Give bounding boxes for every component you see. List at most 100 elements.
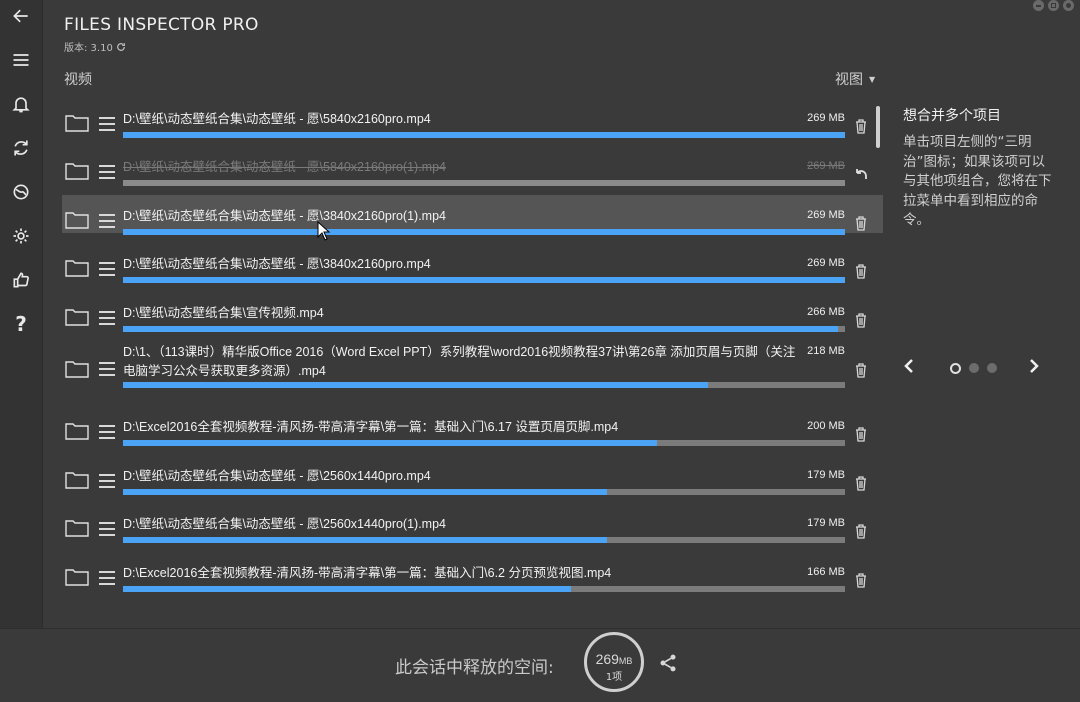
file-size: 179 MB bbox=[807, 468, 845, 481]
size-bar bbox=[123, 228, 845, 235]
refresh-icon[interactable] bbox=[9, 136, 33, 160]
file-size: 266 MB bbox=[807, 305, 845, 318]
file-row[interactable]: D:\壁纸\动态壁纸合集\动态壁纸 - 愿\3840x2160pro(1).mp… bbox=[62, 194, 883, 235]
file-list: D:\壁纸\动态壁纸合集\动态壁纸 - 愿\5840x2160pro.mp4 26… bbox=[62, 98, 883, 600]
file-path: D:\壁纸\动态壁纸合集\动态壁纸 - 愿\3840x2160pro.mp4 bbox=[123, 257, 431, 272]
size-bar bbox=[123, 440, 845, 447]
hamburger-handle-icon[interactable] bbox=[99, 262, 115, 277]
file-size: 179 MB bbox=[807, 517, 845, 530]
trash-icon[interactable] bbox=[853, 572, 869, 588]
prev-arrow-icon[interactable] bbox=[903, 357, 921, 379]
version-refresh-icon[interactable] bbox=[116, 42, 126, 52]
caret-down-icon: ▼ bbox=[869, 74, 876, 84]
hamburger-handle-icon[interactable] bbox=[99, 117, 115, 131]
trash-icon[interactable] bbox=[853, 475, 869, 491]
trash-icon[interactable] bbox=[853, 362, 869, 378]
hamburger-handle-icon[interactable] bbox=[99, 213, 115, 228]
hamburger-handle-icon[interactable] bbox=[99, 473, 115, 488]
folder-icon[interactable] bbox=[65, 421, 89, 441]
view-dropdown[interactable]: 视图 ▼ bbox=[835, 69, 875, 89]
file-row[interactable]: D:\壁纸\动态壁纸合集\宣传视频.mp4 266 MB bbox=[62, 292, 883, 332]
maximize-button[interactable] bbox=[1048, 0, 1059, 11]
file-row[interactable]: D:\Excel2016全套视频教程-清风扬-带高清字幕\第一篇：基础入门\6.… bbox=[62, 406, 883, 447]
version-text: 版本: 3.10 bbox=[64, 43, 113, 54]
folder-icon[interactable] bbox=[65, 567, 89, 586]
tip-body: 单击项目左侧的“三明治”图标；如果该项可以与其他项组合，您将在下拉菜单中看到相应… bbox=[903, 134, 1052, 228]
size-bar bbox=[123, 180, 845, 187]
hamburger-handle-icon[interactable] bbox=[99, 310, 115, 325]
size-bar bbox=[123, 537, 845, 544]
file-size: 166 MB bbox=[807, 565, 845, 578]
folder-icon[interactable] bbox=[65, 307, 89, 326]
size-bar-fill bbox=[123, 585, 571, 592]
freed-space-label: 此会话中释放的空间: bbox=[395, 658, 554, 678]
hamburger-handle-icon[interactable] bbox=[99, 425, 115, 440]
tip-title: 想合并多个项目 bbox=[903, 108, 1001, 124]
file-row[interactable]: D:\1、（113课时）精华版Office 2016（Word Excel PP… bbox=[62, 340, 883, 396]
hamburger-handle-icon[interactable] bbox=[99, 570, 115, 585]
globe-icon[interactable] bbox=[9, 180, 33, 204]
size-bar-fill bbox=[123, 537, 607, 544]
file-size: 200 MB bbox=[807, 420, 845, 433]
help-icon[interactable]: ? bbox=[9, 312, 33, 336]
folder-icon[interactable] bbox=[65, 359, 89, 378]
gear-icon[interactable] bbox=[9, 224, 33, 248]
folder-icon[interactable] bbox=[65, 113, 89, 132]
file-size: 269 MB bbox=[807, 257, 845, 270]
file-size: 269 MB bbox=[807, 112, 845, 124]
size-bar bbox=[123, 325, 845, 332]
file-row[interactable]: D:\Excel2016全套视频教程-清风扬-带高清字幕\第一篇：基础入门\6.… bbox=[62, 552, 883, 592]
file-path: D:\壁纸\动态壁纸合集\宣传视频.mp4 bbox=[123, 305, 324, 320]
file-path: D:\Excel2016全套视频教程-清风扬-带高清字幕\第一篇：基础入门\6.… bbox=[123, 565, 612, 580]
size-bar-fill bbox=[123, 180, 845, 187]
back-arrow-icon[interactable] bbox=[9, 4, 33, 28]
size-bar bbox=[123, 381, 845, 388]
pager-dot-1[interactable] bbox=[950, 363, 961, 374]
trash-icon[interactable] bbox=[853, 215, 869, 231]
file-row[interactable]: D:\壁纸\动态壁纸合集\动态壁纸 - 愿\5840x2160pro(1).mp… bbox=[62, 146, 883, 187]
pager-dot-3[interactable] bbox=[987, 363, 997, 373]
share-icon[interactable] bbox=[658, 653, 678, 673]
trash-icon[interactable] bbox=[853, 523, 869, 539]
menu-icon[interactable] bbox=[9, 48, 33, 72]
hamburger-handle-icon[interactable] bbox=[99, 165, 115, 180]
scrollbar-thumb[interactable] bbox=[876, 106, 880, 148]
trash-icon[interactable] bbox=[853, 312, 869, 328]
file-row[interactable]: D:\壁纸\动态壁纸合集\动态壁纸 - 愿\2560x1440pro(1).mp… bbox=[62, 503, 883, 544]
trash-icon[interactable] bbox=[853, 263, 869, 279]
file-row[interactable]: D:\壁纸\动态壁纸合集\动态壁纸 - 愿\3840x2160pro.mp4 26… bbox=[62, 243, 883, 284]
footer: 此会话中释放的空间: 269MB 1项 bbox=[0, 628, 1080, 702]
left-rail: ? bbox=[0, 0, 43, 628]
undo-icon[interactable] bbox=[853, 166, 869, 182]
version-label: 版本: 3.10 bbox=[64, 39, 126, 54]
folder-icon[interactable] bbox=[65, 518, 89, 537]
next-arrow-icon[interactable] bbox=[1028, 357, 1046, 379]
trash-icon[interactable] bbox=[853, 118, 869, 134]
tip-pager bbox=[903, 357, 1043, 379]
size-bar bbox=[123, 132, 845, 138]
size-bar bbox=[123, 585, 845, 592]
hamburger-handle-icon[interactable] bbox=[99, 361, 115, 376]
size-bar bbox=[123, 277, 845, 284]
file-path: D:\壁纸\动态壁纸合集\动态壁纸 - 愿\3840x2160pro(1).mp… bbox=[123, 208, 446, 223]
folder-icon[interactable] bbox=[65, 470, 89, 489]
close-button[interactable] bbox=[1063, 0, 1074, 11]
folder-icon[interactable] bbox=[65, 210, 89, 229]
file-size: 269 MB bbox=[807, 208, 845, 221]
file-path: D:\壁纸\动态壁纸合集\动态壁纸 - 愿\5840x2160pro.mp4 bbox=[123, 112, 431, 126]
window-controls bbox=[1033, 0, 1074, 11]
folder-icon[interactable] bbox=[65, 161, 89, 181]
trash-icon[interactable] bbox=[853, 426, 869, 442]
pager-dot-2[interactable] bbox=[969, 363, 979, 373]
bell-icon[interactable] bbox=[9, 92, 33, 116]
minimize-button[interactable] bbox=[1033, 0, 1044, 11]
hamburger-handle-icon[interactable] bbox=[99, 522, 115, 537]
folder-icon[interactable] bbox=[65, 258, 89, 277]
size-bar bbox=[123, 488, 845, 495]
file-size: 218 MB bbox=[807, 344, 845, 357]
file-row[interactable]: D:\壁纸\动态壁纸合集\动态壁纸 - 愿\5840x2160pro.mp4 26… bbox=[62, 98, 883, 138]
thumbs-up-icon[interactable] bbox=[9, 268, 33, 292]
size-bar-fill bbox=[123, 440, 658, 447]
freed-space-ring: 269MB 1项 bbox=[584, 632, 644, 692]
file-row[interactable]: D:\壁纸\动态壁纸合集\动态壁纸 - 愿\2560x1440pro.mp4 17… bbox=[62, 455, 883, 495]
